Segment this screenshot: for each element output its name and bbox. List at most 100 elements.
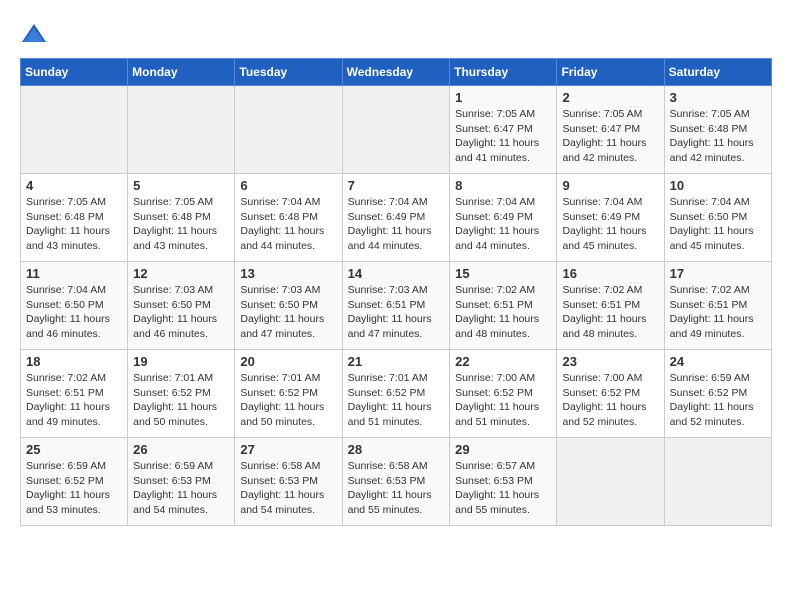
calendar-cell: 16 Sunrise: 7:02 AMSunset: 6:51 PMDayligh… (557, 262, 664, 350)
calendar-table: SundayMondayTuesdayWednesdayThursdayFrid… (20, 58, 772, 526)
day-number: 11 (26, 266, 122, 281)
day-info: Sunrise: 7:03 AMSunset: 6:50 PMDaylight:… (133, 283, 229, 342)
day-info: Sunrise: 7:00 AMSunset: 6:52 PMDaylight:… (562, 371, 658, 430)
day-info: Sunrise: 6:58 AMSunset: 6:53 PMDaylight:… (348, 459, 445, 518)
calendar-cell: 10 Sunrise: 7:04 AMSunset: 6:50 PMDayligh… (664, 174, 771, 262)
calendar-cell (342, 86, 450, 174)
calendar-cell: 7 Sunrise: 7:04 AMSunset: 6:49 PMDaylight… (342, 174, 450, 262)
calendar-cell: 2 Sunrise: 7:05 AMSunset: 6:47 PMDaylight… (557, 86, 664, 174)
day-number: 24 (670, 354, 766, 369)
day-number: 26 (133, 442, 229, 457)
day-number: 6 (240, 178, 336, 193)
day-number: 3 (670, 90, 766, 105)
day-number: 22 (455, 354, 551, 369)
weekday-header: Friday (557, 59, 664, 86)
day-number: 16 (562, 266, 658, 281)
calendar-cell: 19 Sunrise: 7:01 AMSunset: 6:52 PMDayligh… (128, 350, 235, 438)
day-info: Sunrise: 7:02 AMSunset: 6:51 PMDaylight:… (670, 283, 766, 342)
weekday-header: Wednesday (342, 59, 450, 86)
day-info: Sunrise: 7:05 AMSunset: 6:47 PMDaylight:… (562, 107, 658, 166)
day-number: 19 (133, 354, 229, 369)
calendar-cell (664, 438, 771, 526)
calendar-cell: 4 Sunrise: 7:05 AMSunset: 6:48 PMDaylight… (21, 174, 128, 262)
calendar-cell: 11 Sunrise: 7:04 AMSunset: 6:50 PMDayligh… (21, 262, 128, 350)
calendar-cell: 15 Sunrise: 7:02 AMSunset: 6:51 PMDayligh… (450, 262, 557, 350)
day-number: 5 (133, 178, 229, 193)
calendar-week-row: 25Sunrise: 6:59 AMSunset: 6:52 PMDayligh… (21, 438, 772, 526)
calendar-cell: 26 Sunrise: 6:59 AMSunset: 6:53 PMDayligh… (128, 438, 235, 526)
day-info: Sunrise: 7:04 AMSunset: 6:49 PMDaylight:… (562, 195, 658, 254)
day-info: Sunrise: 7:04 AMSunset: 6:49 PMDaylight:… (348, 195, 445, 254)
day-info: Sunrise: 7:04 AMSunset: 6:49 PMDaylight:… (455, 195, 551, 254)
calendar-cell: 14 Sunrise: 7:03 AMSunset: 6:51 PMDayligh… (342, 262, 450, 350)
day-number: 15 (455, 266, 551, 281)
day-number: 28 (348, 442, 445, 457)
day-info: Sunrise: 7:04 AMSunset: 6:50 PMDaylight:… (670, 195, 766, 254)
calendar-cell: 24 Sunrise: 6:59 AMSunset: 6:52 PMDayligh… (664, 350, 771, 438)
day-info: Sunrise: 7:03 AMSunset: 6:51 PMDaylight:… (348, 283, 445, 342)
day-info: Sunrise: 7:04 AMSunset: 6:50 PMDaylight:… (26, 283, 122, 342)
day-info: Sunrise: 7:05 AMSunset: 6:48 PMDaylight:… (26, 195, 122, 254)
calendar-week-row: 4 Sunrise: 7:05 AMSunset: 6:48 PMDaylight… (21, 174, 772, 262)
day-info: Sunrise: 7:05 AMSunset: 6:47 PMDaylight:… (455, 107, 551, 166)
calendar-cell: 6 Sunrise: 7:04 AMSunset: 6:48 PMDaylight… (235, 174, 342, 262)
day-number: 10 (670, 178, 766, 193)
logo-icon (20, 20, 48, 48)
calendar-cell: 28 Sunrise: 6:58 AMSunset: 6:53 PMDayligh… (342, 438, 450, 526)
day-number: 23 (562, 354, 658, 369)
day-info: Sunrise: 6:58 AMSunset: 6:53 PMDaylight:… (240, 459, 336, 518)
day-number: 14 (348, 266, 445, 281)
day-info: Sunrise: 7:03 AMSunset: 6:50 PMDaylight:… (240, 283, 336, 342)
calendar-cell: 29Sunrise: 6:57 AMSunset: 6:53 PMDayligh… (450, 438, 557, 526)
calendar-cell: 25Sunrise: 6:59 AMSunset: 6:52 PMDayligh… (21, 438, 128, 526)
day-info: Sunrise: 7:05 AMSunset: 6:48 PMDaylight:… (133, 195, 229, 254)
day-info: Sunrise: 7:01 AMSunset: 6:52 PMDaylight:… (133, 371, 229, 430)
day-number: 9 (562, 178, 658, 193)
day-number: 12 (133, 266, 229, 281)
weekday-header: Thursday (450, 59, 557, 86)
day-number: 7 (348, 178, 445, 193)
day-number: 21 (348, 354, 445, 369)
weekday-header: Monday (128, 59, 235, 86)
day-number: 2 (562, 90, 658, 105)
calendar-cell: 3 Sunrise: 7:05 AMSunset: 6:48 PMDaylight… (664, 86, 771, 174)
weekday-header: Sunday (21, 59, 128, 86)
day-info: Sunrise: 7:01 AMSunset: 6:52 PMDaylight:… (348, 371, 445, 430)
page-header (20, 20, 772, 48)
day-number: 8 (455, 178, 551, 193)
day-number: 4 (26, 178, 122, 193)
calendar-week-row: 1 Sunrise: 7:05 AMSunset: 6:47 PMDaylight… (21, 86, 772, 174)
day-info: Sunrise: 7:02 AMSunset: 6:51 PMDaylight:… (562, 283, 658, 342)
calendar-cell: 1 Sunrise: 7:05 AMSunset: 6:47 PMDaylight… (450, 86, 557, 174)
day-number: 1 (455, 90, 551, 105)
day-info: Sunrise: 6:59 AMSunset: 6:52 PMDaylight:… (670, 371, 766, 430)
day-info: Sunrise: 7:02 AMSunset: 6:51 PMDaylight:… (26, 371, 122, 430)
day-info: Sunrise: 7:01 AMSunset: 6:52 PMDaylight:… (240, 371, 336, 430)
logo (20, 20, 52, 48)
day-number: 20 (240, 354, 336, 369)
day-info: Sunrise: 7:05 AMSunset: 6:48 PMDaylight:… (670, 107, 766, 166)
day-number: 18 (26, 354, 122, 369)
calendar-cell (21, 86, 128, 174)
weekday-header: Tuesday (235, 59, 342, 86)
calendar-cell: 9 Sunrise: 7:04 AMSunset: 6:49 PMDaylight… (557, 174, 664, 262)
calendar-cell: 13Sunrise: 7:03 AMSunset: 6:50 PMDayligh… (235, 262, 342, 350)
calendar-cell: 8 Sunrise: 7:04 AMSunset: 6:49 PMDaylight… (450, 174, 557, 262)
weekday-header: Saturday (664, 59, 771, 86)
day-number: 29 (455, 442, 551, 457)
calendar-cell (557, 438, 664, 526)
calendar-cell: 18 Sunrise: 7:02 AMSunset: 6:51 PMDayligh… (21, 350, 128, 438)
day-number: 17 (670, 266, 766, 281)
calendar-week-row: 11 Sunrise: 7:04 AMSunset: 6:50 PMDayligh… (21, 262, 772, 350)
day-number: 27 (240, 442, 336, 457)
day-info: Sunrise: 6:59 AMSunset: 6:53 PMDaylight:… (133, 459, 229, 518)
calendar-cell: 23 Sunrise: 7:00 AMSunset: 6:52 PMDayligh… (557, 350, 664, 438)
calendar-cell: 17 Sunrise: 7:02 AMSunset: 6:51 PMDayligh… (664, 262, 771, 350)
day-info: Sunrise: 7:04 AMSunset: 6:48 PMDaylight:… (240, 195, 336, 254)
calendar-cell: 12 Sunrise: 7:03 AMSunset: 6:50 PMDayligh… (128, 262, 235, 350)
calendar-week-row: 18 Sunrise: 7:02 AMSunset: 6:51 PMDayligh… (21, 350, 772, 438)
day-info: Sunrise: 7:02 AMSunset: 6:51 PMDaylight:… (455, 283, 551, 342)
calendar-cell: 27 Sunrise: 6:58 AMSunset: 6:53 PMDayligh… (235, 438, 342, 526)
calendar-cell: 21 Sunrise: 7:01 AMSunset: 6:52 PMDayligh… (342, 350, 450, 438)
calendar-cell: 20 Sunrise: 7:01 AMSunset: 6:52 PMDayligh… (235, 350, 342, 438)
